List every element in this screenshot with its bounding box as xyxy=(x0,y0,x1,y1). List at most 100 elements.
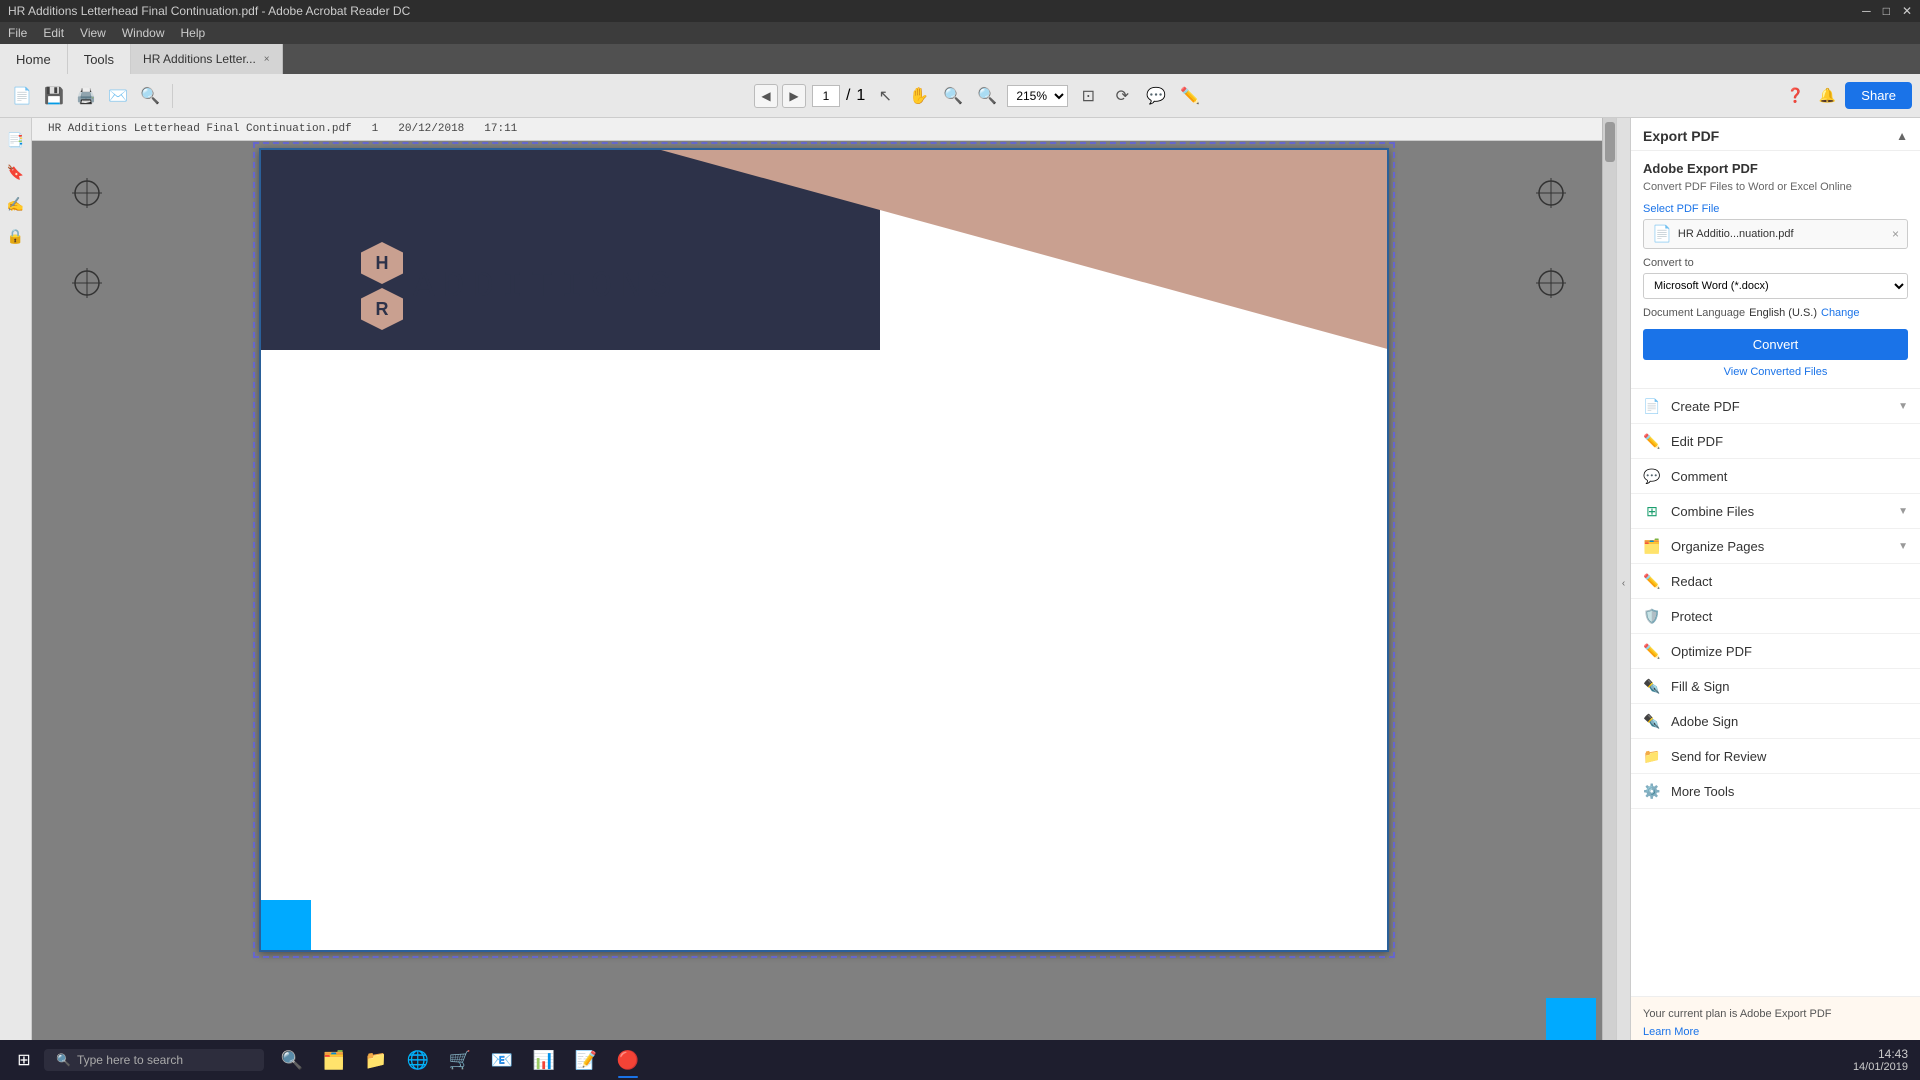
taskbar-mail[interactable]: 📧 xyxy=(482,1040,522,1080)
nav-next-button[interactable]: ▶ xyxy=(782,84,806,108)
comment-label: Comment xyxy=(1671,469,1908,484)
pdf-filename: HR Additions Letterhead Final Continuati… xyxy=(48,123,352,135)
pdf-time: 17:11 xyxy=(484,123,517,135)
clock-date: 14/01/2019 xyxy=(1853,1061,1908,1073)
taskbar-acrobat[interactable]: 🔴 xyxy=(608,1040,648,1080)
tool-more-tools[interactable]: ⚙️ More Tools xyxy=(1631,774,1920,809)
tool-organize-pages[interactable]: 🗂️ Organize Pages ▼ xyxy=(1631,529,1920,564)
scrollbar-thumb[interactable] xyxy=(1605,122,1615,162)
tool-optimize-pdf[interactable]: ✏️ Optimize PDF xyxy=(1631,634,1920,669)
panel-collapse-button[interactable]: ▲ xyxy=(1896,129,1908,143)
taskbar-cortana[interactable]: 🔍 xyxy=(272,1040,312,1080)
help-icon[interactable]: ❓ xyxy=(1781,82,1809,110)
taskbar-apps: 🔍 🗂️ 📁 🌐 🛒 📧 📊 📝 🔴 xyxy=(272,1040,648,1080)
toolbar: 📄 💾 🖨️ ✉️ 🔍 ◀ ▶ / 1 ↖ ✋ 🔍 🔍 215% ⊡ ⟳ 💬 ✏… xyxy=(0,74,1920,118)
taskbar-start-button[interactable]: ⊞ xyxy=(4,1040,44,1080)
zoom-select[interactable]: 215% xyxy=(1007,85,1068,107)
learn-more-link[interactable]: Learn More xyxy=(1643,1026,1908,1038)
tool-redact[interactable]: ✏️ Redact xyxy=(1631,564,1920,599)
share-button[interactable]: Share xyxy=(1845,82,1912,109)
tool-protect[interactable]: 🛡️ Protect xyxy=(1631,599,1920,634)
window-controls[interactable]: ─ □ ✕ xyxy=(1862,4,1912,18)
file-name: HR Additio...nuation.pdf xyxy=(1678,228,1886,240)
taskbar-search[interactable]: 🔍 Type here to search xyxy=(44,1049,264,1071)
company-name: ADDITIONS xyxy=(413,266,679,307)
new-file-icon[interactable]: 📄 xyxy=(8,82,36,110)
logo-area: H R ADDITIONS xyxy=(361,242,679,330)
taskbar: ⊞ 🔍 Type here to search 🔍 🗂️ 📁 🌐 🛒 📧 📊 📝… xyxy=(0,1040,1920,1080)
search-icon: 🔍 xyxy=(56,1053,71,1067)
comment-tool-icon: 💬 xyxy=(1643,467,1661,485)
zoom-in-icon[interactable]: 🔍 xyxy=(973,82,1001,110)
nav-prev-button[interactable]: ◀ xyxy=(754,84,778,108)
file-remove-button[interactable]: × xyxy=(1892,227,1899,241)
sidebar-bookmarks-icon[interactable]: 🔖 xyxy=(2,158,30,186)
tab-spacer xyxy=(283,44,1920,74)
panel-title: Export PDF xyxy=(1643,128,1719,144)
edit-pdf-icon: ✏️ xyxy=(1643,432,1661,450)
tool-fill-sign[interactable]: ✒️ Fill & Sign xyxy=(1631,669,1920,704)
organize-pages-arrow: ▼ xyxy=(1898,541,1908,552)
doc-lang-change-button[interactable]: Change xyxy=(1821,307,1860,319)
pdf-scrollbar[interactable] xyxy=(1602,118,1616,1048)
tab-tools[interactable]: Tools xyxy=(68,44,131,74)
fit-page-icon[interactable]: ⊡ xyxy=(1074,82,1102,110)
sidebar-signatures-icon[interactable]: ✍️ xyxy=(2,190,30,218)
minimize-btn[interactable]: ─ xyxy=(1862,4,1871,18)
tool-edit-pdf[interactable]: ✏️ Edit PDF xyxy=(1631,424,1920,459)
page-total: 1 xyxy=(856,87,865,105)
combine-files-label: Combine Files xyxy=(1671,504,1888,519)
page-separator: / xyxy=(846,87,850,105)
tab-home[interactable]: Home xyxy=(0,44,68,74)
menu-file[interactable]: File xyxy=(8,26,27,40)
taskbar-excel[interactable]: 📊 xyxy=(524,1040,564,1080)
close-btn[interactable]: ✕ xyxy=(1902,4,1912,18)
hex-h: H xyxy=(361,242,403,284)
create-pdf-icon: 📄 xyxy=(1643,397,1661,415)
cursor-tool-icon[interactable]: ↖ xyxy=(871,82,899,110)
export-pdf-section: Adobe Export PDF Convert PDF Files to Wo… xyxy=(1631,151,1920,389)
save-icon[interactable]: 💾 xyxy=(40,82,68,110)
page-number-input[interactable] xyxy=(812,85,840,107)
email-icon[interactable]: ✉️ xyxy=(104,82,132,110)
menu-help[interactable]: Help xyxy=(181,26,206,40)
send-review-label: Send for Review xyxy=(1671,749,1908,764)
taskbar-clock: 14:43 14/01/2019 xyxy=(1853,1047,1908,1073)
tool-send-review[interactable]: 📁 Send for Review xyxy=(1631,739,1920,774)
tab-close-button[interactable]: × xyxy=(264,54,270,65)
search-icon[interactable]: 🔍 xyxy=(136,82,164,110)
clock-time: 14:43 xyxy=(1853,1047,1908,1061)
taskbar-word[interactable]: 📝 xyxy=(566,1040,606,1080)
taskbar-edge[interactable]: 🌐 xyxy=(398,1040,438,1080)
taskbar-store[interactable]: 🛒 xyxy=(440,1040,480,1080)
taskbar-task-view[interactable]: 🗂️ xyxy=(314,1040,354,1080)
menu-edit[interactable]: Edit xyxy=(43,26,64,40)
crosshair-right xyxy=(1536,268,1566,303)
window-title: HR Additions Letterhead Final Continuati… xyxy=(8,4,410,18)
view-converted-link[interactable]: View Converted Files xyxy=(1643,366,1908,378)
sidebar-page-thumbnails-icon[interactable]: 📑 xyxy=(2,126,30,154)
maximize-btn[interactable]: □ xyxy=(1883,4,1890,18)
notification-icon[interactable]: 🔔 xyxy=(1813,82,1841,110)
taskbar-file-explorer[interactable]: 📁 xyxy=(356,1040,396,1080)
print-icon[interactable]: 🖨️ xyxy=(72,82,100,110)
convert-button[interactable]: Convert xyxy=(1643,329,1908,360)
tool-create-pdf[interactable]: 📄 Create PDF ▼ xyxy=(1631,389,1920,424)
crosshair-top-left xyxy=(72,178,102,213)
sidebar-security-icon[interactable]: 🔒 xyxy=(2,222,30,250)
tool-adobe-sign[interactable]: ✒️ Adobe Sign xyxy=(1631,704,1920,739)
tool-comment[interactable]: 💬 Comment xyxy=(1631,459,1920,494)
convert-to-select[interactable]: Microsoft Word (*.docx) xyxy=(1643,273,1908,299)
panel-toggle-button[interactable]: ‹ xyxy=(1616,118,1630,1048)
create-pdf-arrow: ▼ xyxy=(1898,401,1908,412)
hand-tool-icon[interactable]: ✋ xyxy=(905,82,933,110)
rotate-icon[interactable]: ⟳ xyxy=(1108,82,1136,110)
menu-view[interactable]: View xyxy=(80,26,106,40)
tab-document[interactable]: HR Additions Letter... × xyxy=(131,44,283,74)
pencil-icon[interactable]: ✏️ xyxy=(1176,82,1204,110)
comment-icon[interactable]: 💬 xyxy=(1142,82,1170,110)
toolbar-center: ◀ ▶ / 1 ↖ ✋ 🔍 🔍 215% ⊡ ⟳ 💬 ✏️ xyxy=(181,82,1777,110)
zoom-out-icon[interactable]: 🔍 xyxy=(939,82,967,110)
tool-combine-files[interactable]: ⊞ Combine Files ▼ xyxy=(1631,494,1920,529)
menu-window[interactable]: Window xyxy=(122,26,165,40)
